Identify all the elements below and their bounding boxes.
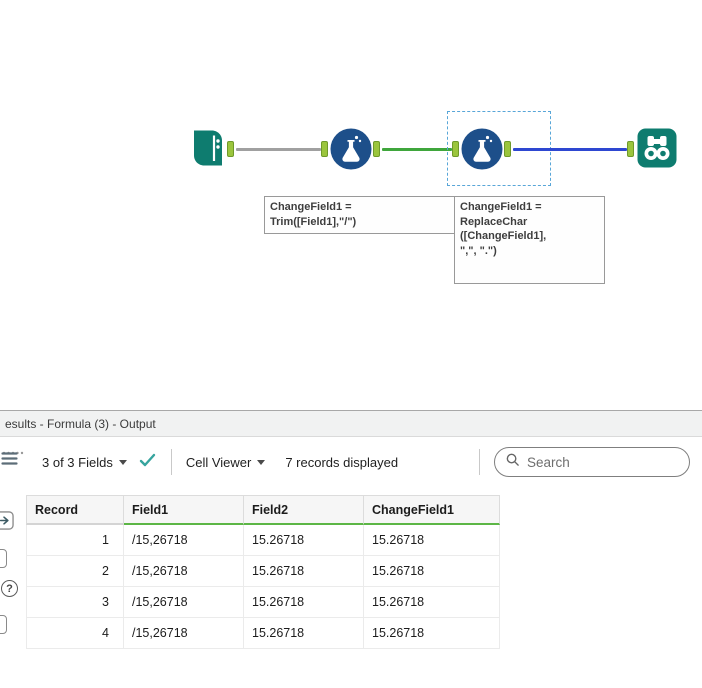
formula2-annotation[interactable]: ChangeField1 = ReplaceChar ([ChangeField… bbox=[454, 196, 605, 284]
toolbar-separator bbox=[170, 449, 172, 475]
annotation-line: Trim([Field1],"/") bbox=[270, 215, 357, 228]
table-cell[interactable]: /15,26718 bbox=[124, 587, 244, 618]
input-anchor[interactable] bbox=[452, 141, 459, 157]
formula1-annotation[interactable]: ChangeField1 = Trim([Field1],"/") bbox=[264, 196, 455, 234]
table-row: 2 /15,26718 15.26718 15.26718 bbox=[26, 556, 500, 587]
cell-viewer-label: Cell Viewer bbox=[185, 454, 252, 470]
column-header-field1[interactable]: Field1 bbox=[124, 495, 244, 525]
table-cell[interactable]: /15,26718 bbox=[124, 556, 244, 587]
annotation-line: ChangeField1 = bbox=[460, 201, 542, 213]
input-anchor[interactable] bbox=[321, 141, 328, 157]
table-cell[interactable]: 15.26718 bbox=[244, 556, 364, 587]
search-box[interactable] bbox=[494, 447, 690, 477]
results-panel-title: esults - Formula (3) - Output bbox=[5, 416, 156, 431]
table-cell[interactable]: 15.26718 bbox=[364, 556, 500, 587]
alteryx-designer-window: ChangeField1 = Trim([Field1],"/") Change… bbox=[0, 0, 702, 688]
annotation-line: ",", ".") bbox=[460, 244, 497, 257]
chevron-down-icon bbox=[118, 459, 127, 465]
toolbar-separator bbox=[479, 449, 480, 475]
table-icon bbox=[1, 452, 18, 470]
search-input[interactable] bbox=[527, 454, 679, 470]
record-cell[interactable]: 2 bbox=[26, 556, 124, 587]
checkmark-icon bbox=[139, 453, 157, 472]
table-cell[interactable]: 15.26718 bbox=[364, 587, 500, 618]
column-header-field2[interactable]: Field2 bbox=[244, 495, 364, 525]
browse-tool[interactable] bbox=[637, 128, 677, 168]
flask-icon bbox=[330, 128, 372, 170]
record-cell[interactable]: 3 bbox=[26, 587, 124, 618]
results-table: Record Field1 Field2 ChangeField1 1 /15,… bbox=[26, 495, 500, 649]
output-anchor[interactable] bbox=[373, 141, 380, 157]
book-icon bbox=[186, 128, 226, 168]
formula-tool-2[interactable] bbox=[461, 128, 503, 170]
records-displayed-label: 7 records displayed bbox=[285, 454, 399, 470]
results-toolbar: 3 of 3 Fields Cell Viewer 7 records disp… bbox=[0, 437, 702, 487]
record-cell[interactable]: 1 bbox=[26, 525, 124, 556]
panel-side-button[interactable] bbox=[0, 615, 7, 634]
connection-formula1-to-formula2[interactable] bbox=[382, 148, 452, 151]
arrow-right-icon bbox=[0, 511, 14, 534]
input-anchor[interactable] bbox=[627, 141, 634, 157]
table-cell[interactable]: /15,26718 bbox=[124, 618, 244, 649]
table-row: 1 /15,26718 15.26718 15.26718 bbox=[26, 525, 500, 556]
connection-input-to-formula1[interactable] bbox=[236, 148, 321, 151]
column-header-changefield1[interactable]: ChangeField1 bbox=[364, 495, 500, 525]
table-row: 4 /15,26718 15.26718 15.26718 bbox=[26, 618, 500, 649]
search-icon bbox=[505, 452, 520, 472]
table-header-row: Record Field1 Field2 ChangeField1 bbox=[26, 495, 500, 525]
data-quality-check-button[interactable] bbox=[139, 453, 157, 472]
flask-icon bbox=[461, 128, 503, 170]
binoculars-icon bbox=[637, 128, 677, 168]
input-data-tool[interactable] bbox=[186, 128, 226, 168]
annotation-line: ([ChangeField1], bbox=[460, 230, 547, 242]
table-cell[interactable]: 15.26718 bbox=[244, 525, 364, 556]
help-button[interactable]: ? bbox=[1, 580, 18, 597]
fields-dropdown-label: 3 of 3 Fields bbox=[42, 454, 113, 470]
table-cell[interactable]: 15.26718 bbox=[364, 618, 500, 649]
table-view-button[interactable] bbox=[1, 451, 18, 471]
fields-dropdown[interactable]: 3 of 3 Fields bbox=[42, 455, 127, 470]
results-panel: esults - Formula (3) - Output 3 of 3 Fie… bbox=[0, 410, 702, 688]
question-mark-icon: ? bbox=[6, 582, 13, 595]
chevron-down-icon bbox=[257, 459, 266, 465]
annotation-line: ReplaceChar bbox=[460, 215, 528, 228]
connection-formula2-to-browse[interactable] bbox=[513, 148, 627, 151]
results-panel-title-bar: esults - Formula (3) - Output bbox=[0, 411, 702, 437]
annotation-line: ChangeField1 = bbox=[270, 201, 352, 213]
table-cell[interactable]: 15.26718 bbox=[364, 525, 500, 556]
table-cell[interactable]: 15.26718 bbox=[244, 587, 364, 618]
open-in-new-window-button[interactable] bbox=[0, 511, 14, 535]
table-row: 3 /15,26718 15.26718 15.26718 bbox=[26, 587, 500, 618]
record-cell[interactable]: 4 bbox=[26, 618, 124, 649]
formula-tool-1[interactable] bbox=[330, 128, 372, 170]
column-header-record[interactable]: Record bbox=[26, 495, 124, 525]
table-cell[interactable]: /15,26718 bbox=[124, 525, 244, 556]
cell-viewer-dropdown[interactable]: Cell Viewer bbox=[186, 455, 266, 470]
output-anchor[interactable] bbox=[504, 141, 511, 157]
table-cell[interactable]: 15.26718 bbox=[244, 618, 364, 649]
panel-side-button[interactable] bbox=[0, 549, 7, 568]
output-anchor[interactable] bbox=[227, 141, 234, 157]
